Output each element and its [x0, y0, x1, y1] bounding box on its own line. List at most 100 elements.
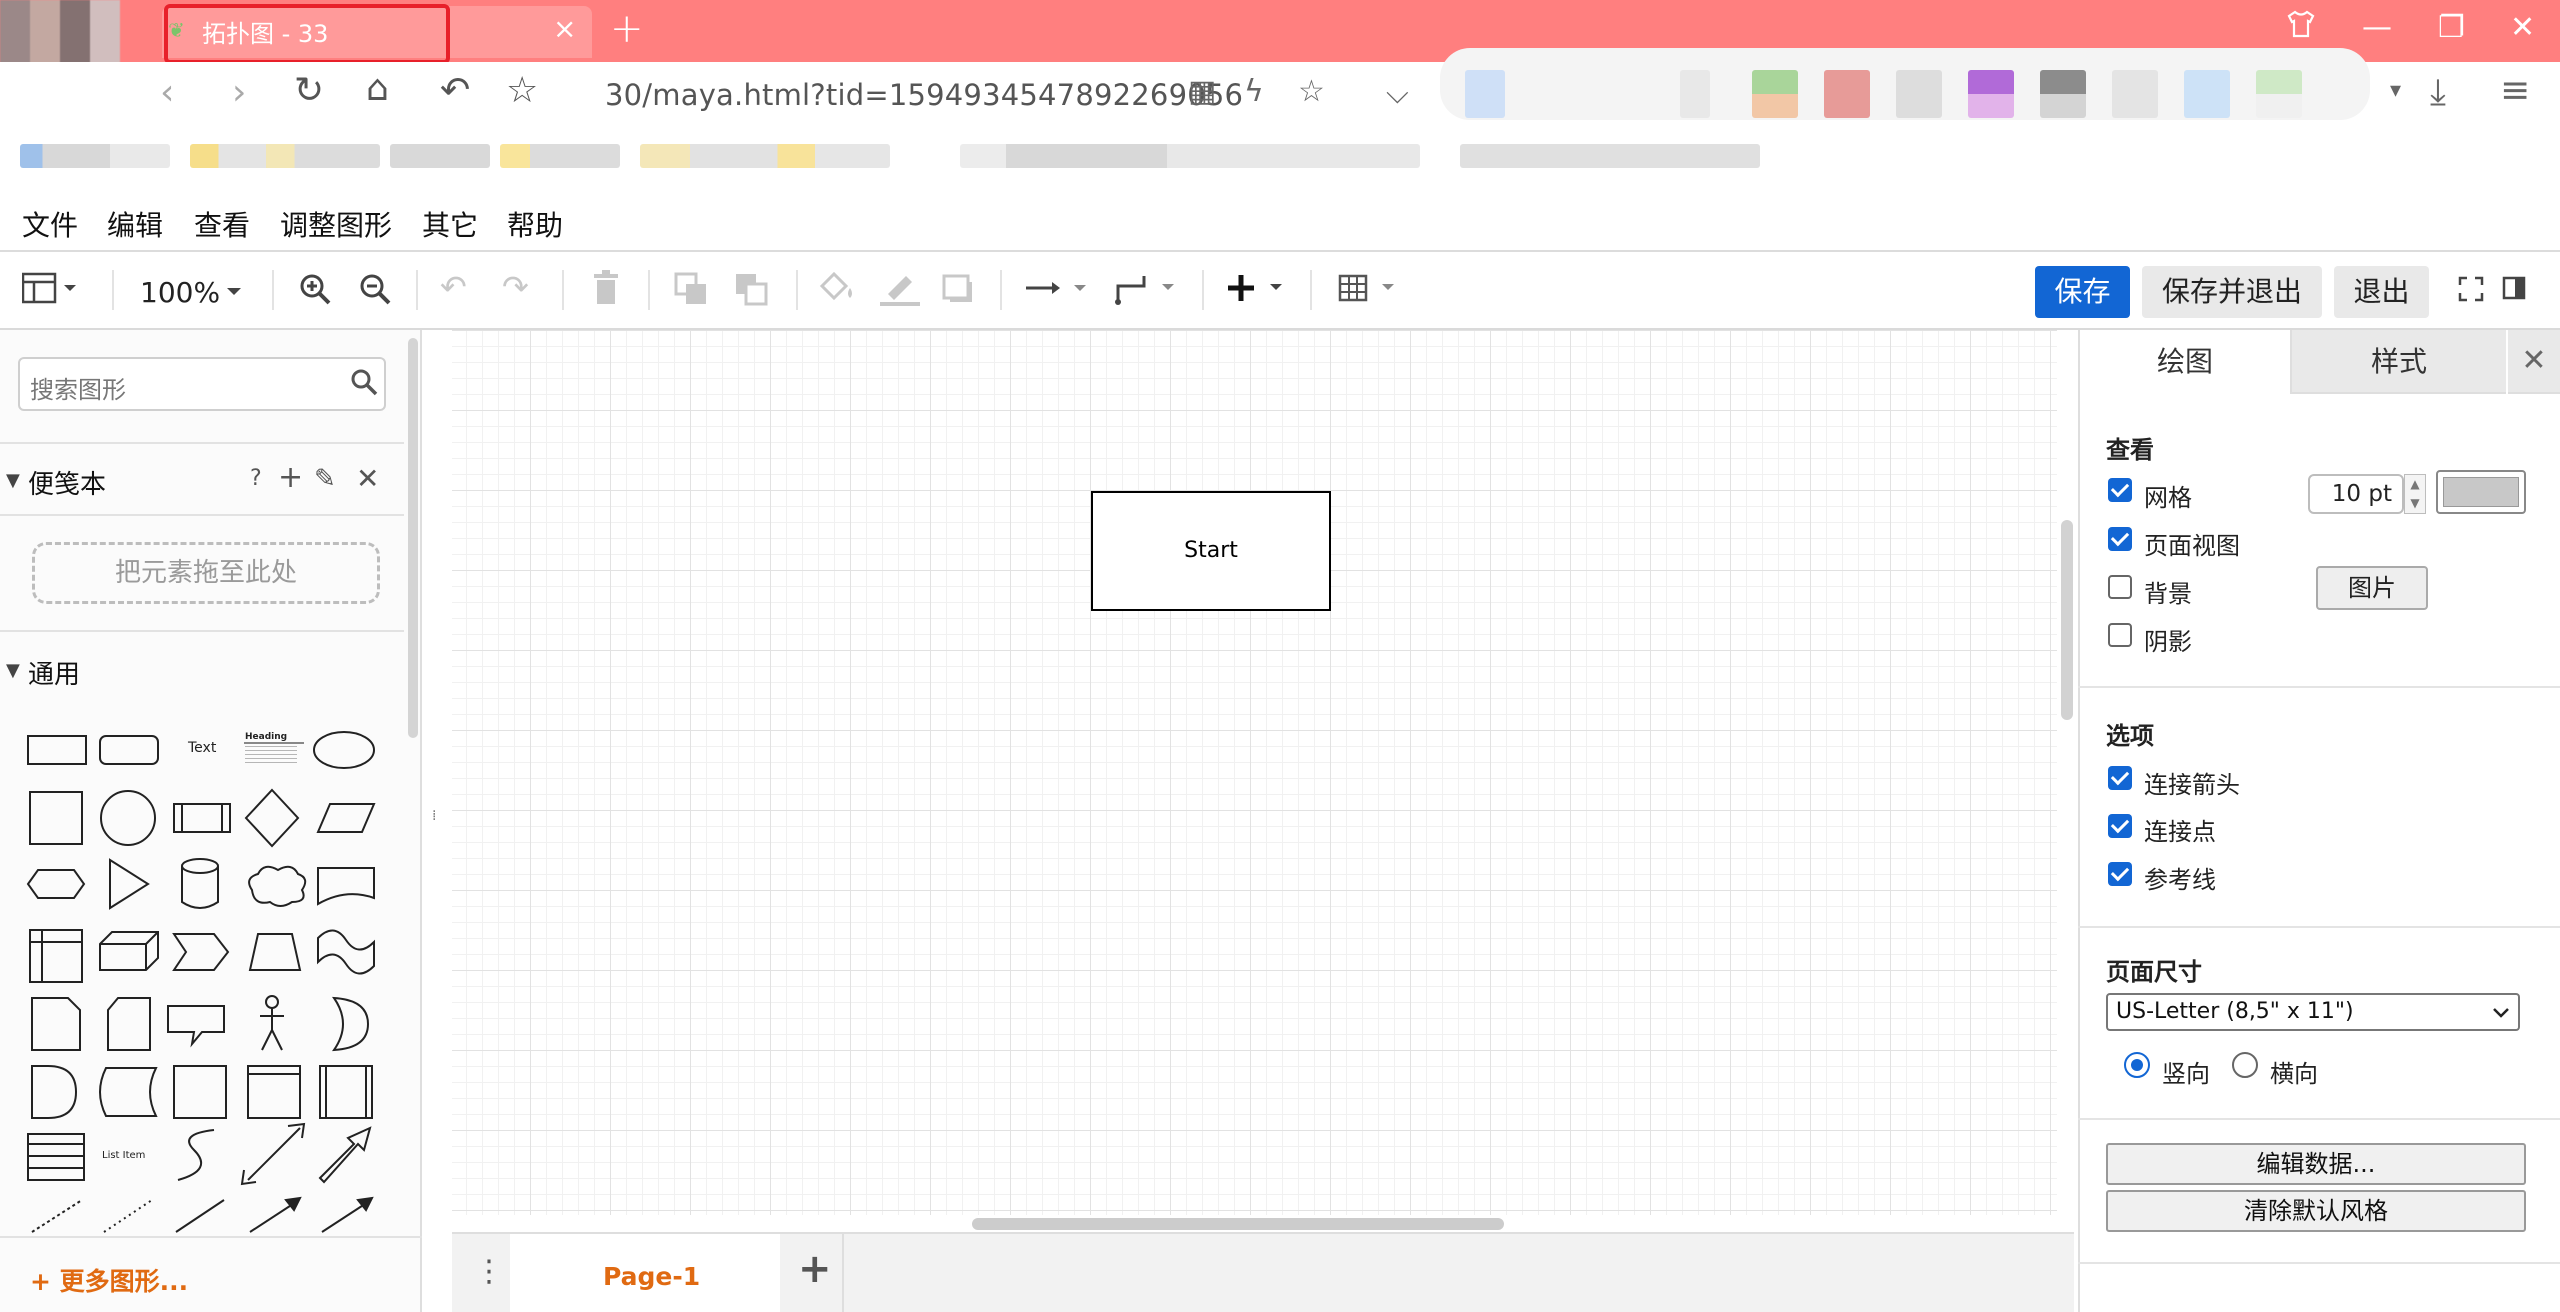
collapse-triangle-icon[interactable]: ▼	[6, 470, 20, 491]
tab-highlight-box	[164, 4, 450, 64]
landscape-radio[interactable]	[2232, 1052, 2258, 1078]
reload-icon[interactable]: ↻	[294, 70, 324, 111]
shape-arrow	[249, 1196, 302, 1233]
table-icon[interactable]	[1338, 272, 1404, 310]
zoom-dropdown-icon[interactable]	[226, 282, 242, 301]
shadow-checkbox[interactable]	[2108, 623, 2132, 647]
waypoints-icon[interactable]	[1114, 272, 1180, 310]
canvas-vertical-scrollbar[interactable]	[2061, 520, 2073, 720]
grid-color-picker[interactable]	[2436, 470, 2526, 514]
select-chevron-down-icon[interactable]	[2492, 1004, 2510, 1023]
to-front-icon[interactable]	[674, 272, 708, 310]
favorite-star-icon[interactable]: ☆	[506, 70, 538, 111]
scratchpad-title[interactable]: 便笺本	[28, 464, 106, 501]
scratchpad-help-icon[interactable]: ?	[250, 466, 262, 491]
zoom-level[interactable]: 100%	[140, 276, 220, 309]
shadow-icon[interactable]	[942, 272, 976, 310]
fullscreen-icon[interactable]	[2458, 276, 2484, 306]
line-color-icon[interactable]	[880, 270, 920, 310]
scratchpad-close-icon[interactable]: ✕	[356, 462, 379, 495]
toolbar-separator	[272, 270, 274, 310]
canvas-horizontal-scrollbar[interactable]	[972, 1218, 1504, 1230]
scratchpad-dropzone[interactable]: 把元素拖至此处	[32, 542, 380, 604]
undo-close-icon[interactable]: ↶	[440, 70, 470, 111]
menu-help[interactable]: 帮助	[507, 204, 563, 244]
page-size-select[interactable]: US-Letter (8,5" x 11")	[2106, 993, 2520, 1031]
grid-size-input[interactable]: 10 pt	[2308, 474, 2404, 514]
download-icon[interactable]: ⤓	[2430, 72, 2446, 114]
page-menu-icon[interactable]: ⋮	[474, 1254, 504, 1289]
exit-button[interactable]: 退出	[2334, 266, 2429, 318]
zoom-out-icon[interactable]	[358, 272, 392, 310]
shape-cloud	[248, 865, 307, 907]
hamburger-menu-icon[interactable]: ≡	[2500, 70, 2530, 111]
guides-checkbox[interactable]	[2108, 862, 2132, 886]
general-shapes-title[interactable]: 通用	[28, 654, 80, 691]
background-checkbox[interactable]	[2108, 575, 2132, 599]
connection-style-icon[interactable]	[1026, 278, 1092, 302]
save-and-exit-button[interactable]: 保存并退出	[2142, 266, 2322, 318]
tab-style[interactable]: 样式	[2292, 330, 2506, 394]
more-shapes-link[interactable]: + 更多图形...	[30, 1262, 188, 1298]
save-button[interactable]: 保存	[2035, 266, 2130, 318]
shirt-skin-icon[interactable]	[2286, 10, 2316, 46]
start-rectangle-shape[interactable]: Start	[1091, 491, 1331, 611]
back-icon[interactable]: ‹	[160, 72, 174, 113]
close-format-panel-icon[interactable]: ✕	[2508, 330, 2560, 394]
edit-data-button[interactable]: 编辑数据...	[2106, 1143, 2526, 1185]
to-back-icon[interactable]	[734, 272, 768, 310]
blurred-extension	[1752, 70, 1798, 118]
shape-palette[interactable]	[18, 720, 398, 1240]
collapse-triangle-icon[interactable]: ▼	[6, 660, 20, 681]
grid-size-stepper[interactable]: ▲ ▼	[2404, 474, 2426, 514]
menu-file[interactable]: 文件	[22, 204, 78, 244]
toolbar-separator	[648, 270, 650, 310]
grid-checkbox[interactable]	[2108, 478, 2132, 502]
close-window-icon[interactable]: ✕	[2510, 10, 2535, 45]
tab-close-icon[interactable]: ×	[553, 12, 576, 45]
page-view-checkbox[interactable]	[2108, 527, 2132, 551]
clear-default-style-button[interactable]: 清除默认风格	[2106, 1190, 2526, 1232]
delete-icon[interactable]	[590, 270, 622, 310]
restore-icon[interactable]: ❐	[2438, 10, 2465, 45]
shape-list-item-label[interactable]: List Item	[102, 1150, 145, 1161]
page-tab-label[interactable]: Page-1	[603, 1262, 700, 1291]
menu-arrange[interactable]: 调整图形	[280, 204, 392, 244]
format-panel-toggle-icon[interactable]	[2502, 276, 2526, 304]
fill-color-icon[interactable]	[818, 270, 858, 310]
portrait-radio[interactable]	[2124, 1052, 2150, 1078]
scratchpad-add-icon[interactable]: +	[278, 460, 303, 495]
sidebar-scrollbar[interactable]	[408, 338, 418, 738]
background-image-button[interactable]: 图片	[2316, 566, 2428, 610]
add-page-icon[interactable]: +	[798, 1246, 832, 1292]
splitter-grip-icon[interactable]: ⁞	[432, 808, 436, 824]
zoom-in-icon[interactable]	[298, 272, 332, 310]
new-tab-icon[interactable]: +	[610, 6, 644, 52]
shape-tape	[317, 929, 375, 975]
menu-view[interactable]: 查看	[194, 204, 250, 244]
lightning-icon[interactable]: ϟ	[1244, 74, 1264, 109]
menu-extras[interactable]: 其它	[422, 204, 478, 244]
bookmark-star-icon[interactable]: ☆	[1298, 74, 1325, 109]
home-icon[interactable]: ⌂	[366, 68, 389, 109]
undo-icon[interactable]: ↶	[440, 268, 467, 306]
connection-points-checkbox[interactable]	[2108, 814, 2132, 838]
menu-edit[interactable]: 编辑	[107, 204, 163, 244]
redo-icon[interactable]: ↷	[502, 268, 529, 306]
menu-caret-icon[interactable]: ▾	[2390, 78, 2401, 103]
insert-plus-icon[interactable]	[1226, 272, 1292, 310]
minimize-icon[interactable]: —	[2362, 10, 2392, 45]
forward-icon[interactable]: ›	[232, 72, 246, 113]
diagram-canvas[interactable]	[452, 330, 2057, 1215]
url-text[interactable]: 30/maya.html?tid=1594934547892269056	[605, 78, 1243, 112]
connection-arrows-checkbox[interactable]	[2108, 766, 2132, 790]
qr-code-icon[interactable]: ▦	[1188, 74, 1216, 109]
search-icon[interactable]	[350, 368, 378, 400]
shape-heading-label[interactable]: Heading	[245, 732, 287, 742]
shape-delay	[31, 1065, 78, 1119]
panel-layout-icon[interactable]	[21, 272, 78, 308]
scratchpad-edit-icon[interactable]: ✎	[314, 464, 336, 494]
tab-diagram[interactable]: 绘图	[2080, 330, 2292, 394]
shape-text-label[interactable]: Text	[188, 740, 216, 756]
dropdown-chevron-icon[interactable]: ⌵	[1386, 76, 1409, 111]
